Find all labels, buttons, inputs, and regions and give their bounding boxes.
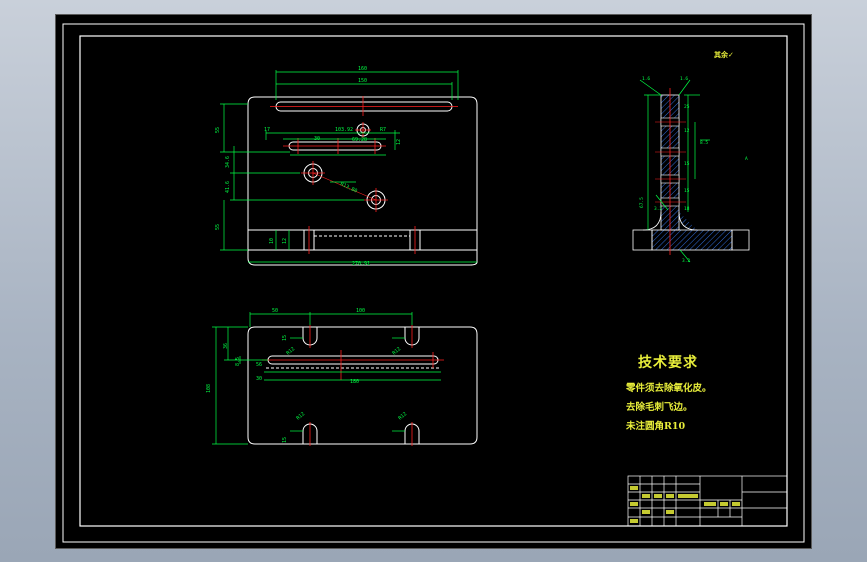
cad-drawing: 160 150 17 103.92 R7 69.28 30 55 34.6 41.6 5…: [62, 23, 805, 543]
svg-text:12: 12: [396, 139, 402, 145]
svg-text:R12: R12: [295, 411, 306, 421]
front-view-dimension-text: 160 150 17 103.92 R7 69.28 30 55 34.6 41.6 5…: [215, 66, 402, 267]
requirement-line-3: 未注圆角R10: [626, 421, 686, 432]
svg-text:41.6: 41.6: [225, 181, 231, 193]
technical-requirements-title: 技术要求: [638, 355, 698, 371]
svg-text:10: 10: [269, 238, 275, 244]
svg-text:160: 160: [358, 66, 367, 72]
svg-text:8.5: 8.5: [700, 140, 708, 146]
svg-text:12: 12: [282, 238, 288, 244]
svg-text:R12: R12: [391, 346, 402, 356]
svg-text:R12: R12: [285, 346, 296, 356]
svg-text:100: 100: [356, 308, 365, 314]
inner-frame: [79, 35, 788, 527]
svg-text:R13.80: R13.80: [339, 181, 358, 194]
svg-text:1.6: 1.6: [680, 76, 688, 82]
svg-text:1.6: 1.6: [642, 76, 650, 82]
svg-text:8.5: 8.5: [235, 357, 241, 366]
top-view-dimension-text: 50 100 108 36 8.5 56 30 180 R12 R12 R12 R12…: [206, 308, 408, 443]
top-view: [247, 325, 478, 446]
svg-text:103.92: 103.92: [335, 127, 353, 133]
svg-text:3.2: 3.2: [682, 258, 690, 264]
svg-text:30: 30: [314, 136, 320, 142]
requirement-line-1: 零件须去除氧化皮。: [626, 383, 712, 394]
title-block-marks: [630, 486, 740, 523]
title-block: [627, 475, 788, 527]
svg-text:25: 25: [684, 104, 690, 110]
surface-roughness-note: 其余✓: [714, 50, 734, 60]
svg-text:15: 15: [282, 437, 288, 443]
svg-text:67.5: 67.5: [639, 197, 645, 208]
svg-text:56: 56: [256, 362, 262, 368]
svg-text:270.91: 270.91: [352, 261, 370, 267]
svg-text:150: 150: [358, 78, 367, 84]
roughness-symbol-icon: ✓: [728, 51, 734, 59]
svg-text:36: 36: [223, 343, 229, 349]
svg-text:3.2: 3.2: [654, 206, 662, 212]
svg-text:12: 12: [684, 128, 690, 134]
svg-text:50: 50: [272, 308, 278, 314]
top-view-dimensions: [212, 312, 441, 445]
svg-text:180: 180: [350, 379, 359, 385]
svg-text:69.28: 69.28: [352, 137, 367, 143]
front-view-dimensions: [220, 70, 477, 263]
svg-text:55: 55: [215, 224, 221, 230]
svg-text:55: 55: [215, 127, 221, 133]
svg-text:15: 15: [684, 161, 690, 167]
svg-text:30: 30: [256, 376, 262, 382]
svg-text:34.6: 34.6: [225, 156, 231, 168]
svg-text:A: A: [745, 156, 748, 162]
roughness-label: 其余: [714, 51, 728, 59]
requirement-line-2: 去除毛刺飞边。: [626, 402, 693, 413]
section-view: [632, 88, 750, 255]
svg-text:15: 15: [684, 188, 690, 194]
svg-text:R12: R12: [397, 411, 408, 421]
svg-text:108: 108: [206, 384, 212, 393]
svg-text:15: 15: [282, 335, 288, 341]
svg-text:18: 18: [684, 206, 690, 212]
svg-text:R7: R7: [380, 127, 386, 133]
svg-text:17: 17: [264, 127, 270, 133]
